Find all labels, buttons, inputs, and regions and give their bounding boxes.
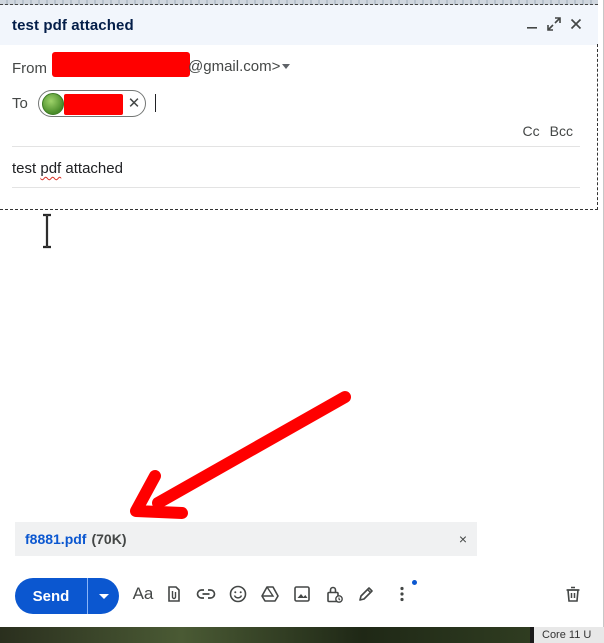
subject-misspelled-word: pdf [40,160,62,177]
compose-title: test pdf attached [12,16,134,34]
signature-icon[interactable] [355,583,377,605]
formatting-icon[interactable]: Aa [131,583,155,605]
compose-window: test pdf attached From @gmail.com> To ✕ … [0,0,604,643]
recipient-avatar [42,93,64,115]
taskbar-item[interactable]: Core 11 U [530,627,604,643]
insert-link-icon[interactable] [195,583,217,605]
notification-dot [412,580,417,585]
confidential-mode-icon[interactable] [323,583,345,605]
attachment-filename[interactable]: f8881.pdf [25,531,86,547]
emoji-icon[interactable] [227,583,249,605]
drive-icon[interactable] [259,583,281,605]
close-icon[interactable] [568,16,584,32]
attachment-chip[interactable]: f8881.pdf (70K) × [15,522,477,556]
remove-attachment-icon[interactable]: × [455,531,471,547]
from-label: From [12,59,47,77]
recipient-name-redaction [64,94,123,115]
attach-file-icon[interactable] [163,583,185,605]
from-name-redaction [52,52,190,77]
remove-recipient-icon[interactable]: ✕ [125,95,143,113]
expand-icon[interactable] [546,16,562,32]
compose-titlebar[interactable]: test pdf attached [0,5,598,45]
send-options-button[interactable] [87,578,119,614]
recipient-chip[interactable]: ✕ [38,90,146,117]
divider [12,146,580,147]
subject-field[interactable]: test pdf attached [12,160,123,177]
from-dropdown-icon[interactable] [282,64,290,69]
desktop-taskbar: Core 11 U [0,627,604,643]
send-group: Send [15,578,119,614]
insert-photo-icon[interactable] [291,583,313,605]
divider [12,187,580,188]
compose-toolbar: Send Aa [0,575,598,617]
to-input-cursor[interactable] [155,94,156,112]
cc-link[interactable]: Cc [523,123,540,139]
minimize-icon[interactable] [524,16,540,32]
from-email-suffix[interactable]: @gmail.com> [188,58,280,75]
chevron-down-icon [98,593,109,599]
text-cursor-icon [43,213,51,249]
to-label: To [12,95,28,112]
subject-word: test [12,160,37,177]
window-controls [524,16,584,32]
discard-icon[interactable] [562,583,584,605]
subject-word: attached [65,160,123,177]
attachment-size: (70K) [91,531,127,547]
send-button[interactable]: Send [15,578,87,614]
more-options-icon[interactable] [391,583,413,605]
bcc-link[interactable]: Bcc [550,123,573,139]
cc-bcc-links: Cc Bcc [523,123,573,139]
